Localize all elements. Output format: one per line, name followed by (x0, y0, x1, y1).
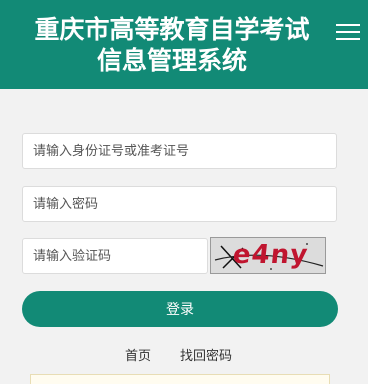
login-button[interactable]: 登录 (22, 291, 338, 327)
hamburger-menu-icon[interactable] (336, 24, 360, 42)
login-panel: e4ny 登录 首页 找回密码 (0, 116, 368, 384)
password-input[interactable] (22, 186, 337, 222)
captcha-image[interactable]: e4ny (210, 237, 326, 274)
footer-links: 首页 找回密码 (0, 345, 368, 364)
captcha-input[interactable] (22, 238, 208, 274)
menu-bar (336, 38, 360, 40)
home-link[interactable]: 首页 (125, 345, 151, 364)
title-line-1: 重庆市高等教育自学考试 (34, 15, 310, 44)
menu-bar (336, 24, 360, 26)
page-title: 重庆市高等教育自学考试 信息管理系统 (22, 14, 322, 76)
notice-box (30, 374, 330, 384)
captcha-text: e4ny (231, 240, 310, 270)
page-header: 重庆市高等教育自学考试 信息管理系统 (0, 0, 368, 89)
menu-bar (336, 31, 360, 33)
recover-password-link[interactable]: 找回密码 (180, 345, 232, 364)
title-line-2: 信息管理系统 (96, 46, 247, 75)
id-number-input[interactable] (22, 133, 337, 169)
